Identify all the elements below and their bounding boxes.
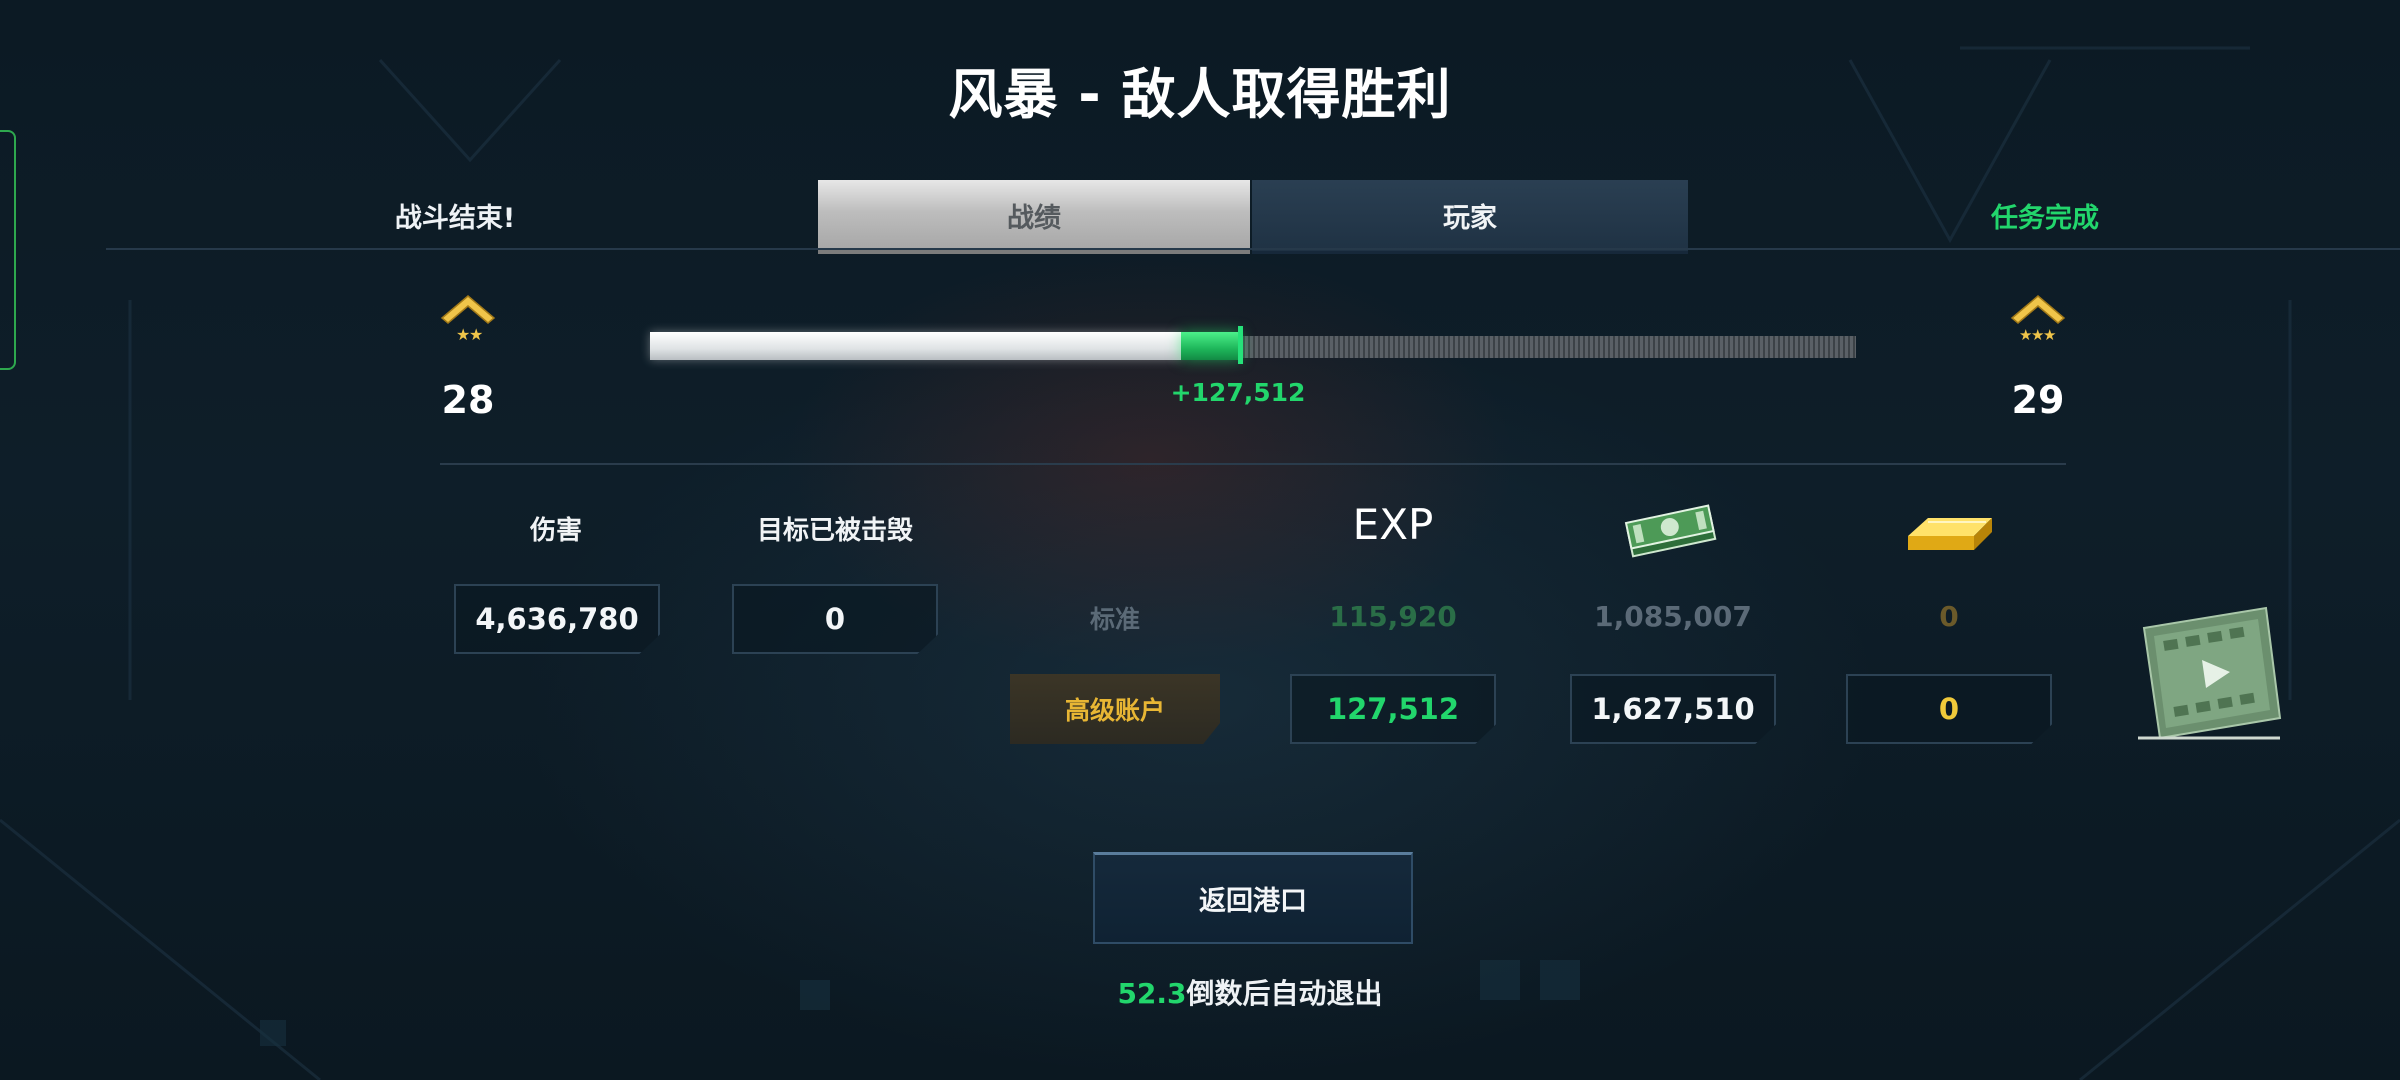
premium-account-label: 高级账户 bbox=[1010, 674, 1220, 744]
side-drawer-handle[interactable] bbox=[0, 130, 16, 370]
standard-gold-value: 0 bbox=[1939, 600, 1959, 633]
premium-credits-value: 1,627,510 bbox=[1570, 674, 1776, 744]
svg-text:★: ★ bbox=[469, 325, 483, 344]
destroyed-label: 目标已被击毁 bbox=[756, 516, 913, 546]
standard-label: 标准 bbox=[1089, 605, 1140, 634]
rank-chevron-2-stars-icon: ★ ★ bbox=[440, 295, 496, 344]
current-level: 28 bbox=[441, 378, 495, 422]
countdown-number: 52.3 bbox=[1117, 977, 1187, 1010]
damage-label: 伤害 bbox=[529, 516, 582, 546]
destroyed-value: 0 bbox=[732, 584, 938, 654]
page-title: 风暴 - 敌人取得胜利 bbox=[948, 63, 1452, 126]
exp-gained-label: +127,512 bbox=[1170, 378, 1306, 407]
tab-battle-results[interactable]: 战绩 bbox=[818, 180, 1250, 254]
countdown-text: 倒数后自动退出 bbox=[1186, 977, 1383, 1010]
return-to-port-button[interactable]: 返回港口 bbox=[1093, 852, 1413, 944]
damage-value: 4,636,780 bbox=[454, 584, 660, 654]
standard-credits-value: 1,085,007 bbox=[1594, 600, 1752, 633]
rank-chevron-3-stars-icon: ★ ★ ★ bbox=[2010, 295, 2066, 344]
battle-over-label: 战斗结束! bbox=[394, 203, 516, 234]
section-divider bbox=[440, 463, 2066, 465]
tab-players[interactable]: 玩家 bbox=[1252, 180, 1688, 254]
next-level: 29 bbox=[2011, 378, 2065, 422]
mission-complete-label: 任务完成 bbox=[1991, 203, 2099, 234]
svg-text:★: ★ bbox=[2043, 326, 2056, 344]
exp-progress-prior-fill bbox=[650, 332, 1181, 360]
exp-header: EXP bbox=[1352, 500, 1434, 549]
video-reward-icon[interactable] bbox=[2130, 606, 2300, 746]
tab-divider bbox=[106, 248, 2400, 250]
premium-gold-value: 0 bbox=[1846, 674, 2052, 744]
standard-exp-value: 115,920 bbox=[1329, 600, 1457, 633]
cash-stack-icon bbox=[1624, 504, 1717, 558]
auto-exit-countdown: 52.3倒数后自动退出 bbox=[1000, 972, 1500, 1012]
exp-progress-gained-fill bbox=[1181, 332, 1241, 360]
premium-exp-value: 127,512 bbox=[1290, 674, 1496, 744]
exp-progress-marker bbox=[1238, 326, 1243, 364]
gold-bar-icon bbox=[1908, 518, 1992, 550]
